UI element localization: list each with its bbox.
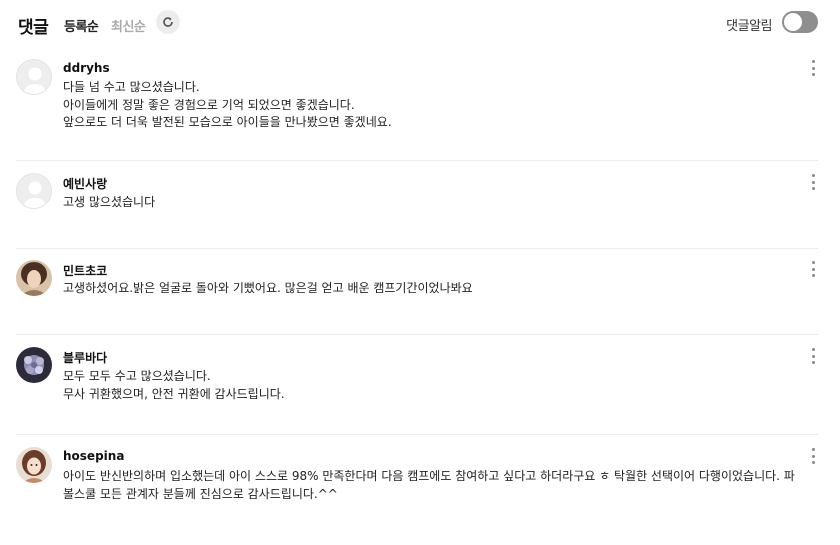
avatar[interactable]	[16, 347, 52, 383]
profile-photo	[16, 447, 52, 483]
comment-text: 고생 많으셨습니다	[63, 195, 156, 209]
avatar[interactable]	[16, 173, 52, 209]
avatar[interactable]	[16, 260, 52, 296]
more-options-button[interactable]	[808, 259, 818, 279]
comment-text: 모두 모두 수고 많으셨습니다. 무사 귀환했으며, 안전 귀환에 감사드립니다…	[63, 369, 285, 401]
comment-author[interactable]: hosepina	[63, 449, 124, 463]
comment-notify-toggle[interactable]	[782, 11, 818, 33]
sort-registered-button[interactable]: 등록순	[64, 16, 99, 35]
avatar[interactable]	[16, 447, 52, 483]
comment-text: 고생하셨어요.밝은 얼굴로 돌아와 기뻤어요. 많은걸 얻고 배운 캠프기간이었…	[63, 281, 473, 295]
comments-header: 댓글 등록순 최신순 댓글알림	[18, 10, 818, 38]
more-options-button[interactable]	[808, 346, 818, 366]
comment-item: 민트초코 고생하셨어요.밝은 얼굴로 돌아와 기뻤어요. 많은걸 얻고 배운 캠…	[16, 249, 818, 335]
comment-item: hosepina 아이도 반신반의하며 입소했는데 아이 스스로 98% 만족한…	[16, 435, 818, 525]
more-options-button[interactable]	[808, 446, 818, 466]
comment-item: ddryhs 다들 넘 수고 많으셨습니다. 아이들에게 정말 좋은 경험으로 …	[16, 50, 818, 161]
refresh-icon	[163, 17, 173, 27]
comment-author[interactable]: 블루바다	[63, 349, 107, 366]
comment-item: 블루바다 모두 모두 수고 많으셨습니다. 무사 귀환했으며, 안전 귀환에 감…	[16, 335, 818, 435]
profile-photo	[16, 347, 52, 383]
sort-newest-button[interactable]: 최신순	[111, 16, 146, 35]
comment-text: 다들 넘 수고 많으셨습니다. 아이들에게 정말 좋은 경험으로 기억 되었으면…	[63, 80, 392, 129]
comment-author[interactable]: 민트초코	[63, 262, 107, 279]
more-options-button[interactable]	[808, 172, 818, 192]
default-avatar-icon	[24, 67, 46, 94]
toggle-knob	[784, 13, 802, 31]
comments-title: 댓글	[18, 18, 49, 38]
comment-text: 아이도 반신반의하며 입소했는데 아이 스스로 98% 만족한다며 다음 캠프에…	[63, 469, 795, 501]
avatar[interactable]	[16, 59, 52, 95]
comment-notify-label: 댓글알림	[726, 19, 772, 34]
profile-photo	[16, 260, 52, 296]
comment-list: ddryhs 다들 넘 수고 많으셨습니다. 아이들에게 정말 좋은 경험으로 …	[16, 50, 818, 525]
default-avatar-icon	[24, 181, 46, 208]
comment-author[interactable]: ddryhs	[63, 61, 110, 75]
more-options-button[interactable]	[808, 58, 818, 78]
comment-item: 예빈사랑 고생 많으셨습니다	[16, 161, 818, 249]
refresh-button[interactable]	[156, 10, 180, 34]
comment-author[interactable]: 예빈사랑	[63, 175, 107, 192]
